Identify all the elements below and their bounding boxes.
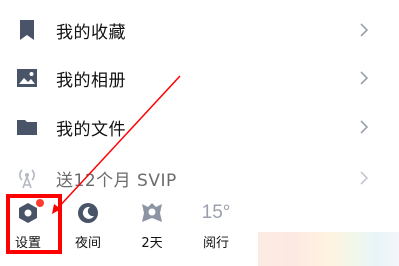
annotation-arrow [52,75,181,214]
